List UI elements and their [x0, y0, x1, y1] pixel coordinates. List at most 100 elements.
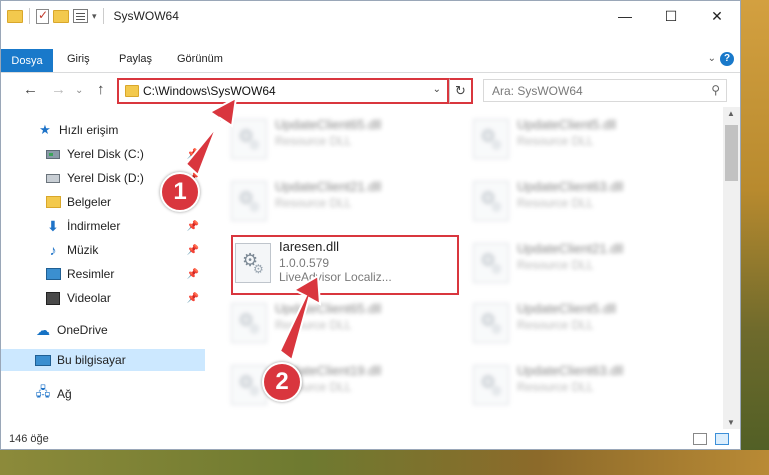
chevron-down-icon[interactable]: ⌄ [433, 84, 441, 95]
help-icon[interactable]: ? [720, 52, 734, 66]
explorer-window: ▾ SysWOW64 — ☐ ✕ Dosya Giriş Paylaş Görü… [0, 0, 741, 450]
tiles-view-icon[interactable] [715, 433, 729, 445]
disk-icon [45, 170, 61, 186]
window-title: SysWOW64 [113, 9, 179, 23]
pin-icon: 📌 [186, 148, 199, 160]
dll-file-icon [473, 181, 509, 221]
sidebar-item-quick-access[interactable]: ★ Hızlı erişim [1, 119, 205, 141]
details-view-icon[interactable] [693, 433, 707, 445]
item-count: 146 öğe [9, 433, 49, 445]
annotation-marker-1: 1 [160, 172, 200, 212]
dll-file-icon [473, 243, 509, 283]
file-item[interactable]: UpdateClient65.dll Resource DLL [231, 295, 457, 351]
file-description: Resource DLL [275, 196, 352, 210]
sidebar-item-label: Belgeler [67, 195, 112, 209]
new-folder-icon[interactable] [53, 9, 69, 23]
file-item[interactable]: UpdateClient21.dll Resource DLL [473, 235, 699, 291]
navigation-pane: ★ Hızlı erişim Yerel Disk (C:) 📌 Yerel D… [1, 113, 207, 413]
toolbar-separator [29, 8, 30, 24]
address-path[interactable]: C:\Windows\SysWOW64 [143, 84, 276, 98]
file-description: Resource DLL [275, 318, 352, 332]
navigation-bar: ← → ⌄ ↑ C:\Windows\SysWOW64 ⌄ ↻ ⚲ [1, 78, 740, 104]
refresh-button[interactable]: ↻ [449, 78, 473, 104]
pin-icon: 📌 [186, 292, 199, 304]
search-icon[interactable]: ⚲ [711, 83, 720, 97]
file-item[interactable]: UpdateClient5.dll Resource DLL [473, 111, 699, 167]
file-description: Resource DLL [275, 134, 352, 148]
scroll-down-icon[interactable]: ▼ [727, 418, 735, 427]
file-item[interactable]: UpdateClient5.dll Resource DLL [473, 295, 699, 351]
dll-file-icon [231, 181, 267, 221]
folder-icon [125, 85, 139, 97]
file-item[interactable]: UpdateClient21.dll Resource DLL [231, 173, 457, 229]
dll-file-icon [473, 303, 509, 343]
search-box[interactable]: ⚲ [483, 79, 727, 102]
annotation-marker-2: 2 [262, 362, 302, 402]
cloud-icon: ☁ [36, 321, 50, 338]
scrollbar-thumb[interactable] [725, 125, 738, 181]
sidebar-item-label: Hızlı erişim [59, 123, 119, 137]
desktop-background [741, 0, 769, 475]
file-item[interactable]: UpdateClient63.dll Resource DLL [473, 357, 699, 413]
up-button[interactable]: ↑ [97, 81, 105, 98]
sidebar-item-videos[interactable]: Videolar 📌 [1, 287, 205, 309]
file-name: UpdateClient21.dll [517, 241, 624, 256]
vertical-scrollbar[interactable]: ▲ ▼ [723, 107, 740, 429]
sidebar-item-pictures[interactable]: Resimler 📌 [1, 263, 205, 285]
disk-icon [45, 146, 61, 162]
quick-access-toolbar: ▾ [1, 8, 106, 24]
customize-dropdown-icon[interactable]: ▾ [92, 11, 97, 22]
title-bar: ▾ SysWOW64 — ☐ ✕ [1, 1, 740, 31]
download-icon: ⬇ [47, 217, 59, 234]
ribbon-expand-icon[interactable]: ⌄ [708, 53, 716, 64]
file-item[interactable]: UpdateClient63.dll Resource DLL [473, 173, 699, 229]
dll-file-icon [231, 119, 267, 159]
recent-locations-icon[interactable]: ⌄ [75, 85, 83, 96]
file-name: UpdateClient63.dll [517, 179, 624, 194]
properties-check-icon[interactable] [36, 8, 49, 24]
sidebar-item-network[interactable]: 🖧 Ağ [1, 383, 205, 405]
window-controls: — ☐ ✕ [602, 1, 740, 31]
file-description: Resource DLL [517, 196, 594, 210]
forward-button[interactable]: → [51, 81, 66, 98]
scroll-up-icon[interactable]: ▲ [727, 109, 735, 118]
file-name: UpdateClient65.dll [275, 117, 382, 132]
file-description: Resource DLL [517, 318, 594, 332]
file-description: Resource DLL [517, 380, 594, 394]
ribbon-tabs: Dosya Giriş Paylaş Görünüm ⌄ ? [1, 46, 740, 73]
sidebar-item-onedrive[interactable]: ☁ OneDrive [1, 319, 205, 341]
sidebar-item-label: Yerel Disk (D:) [67, 171, 144, 185]
status-bar: 146 öğe [1, 429, 740, 449]
back-button[interactable]: ← [23, 81, 38, 98]
tab-view[interactable]: Görünüm [177, 53, 223, 65]
sidebar-item-music[interactable]: ♪ Müzik 📌 [1, 239, 205, 261]
sidebar-item-label: Ağ [57, 387, 72, 401]
sidebar-item-disk-c[interactable]: Yerel Disk (C:) 📌 [1, 143, 205, 165]
sidebar-item-downloads[interactable]: ⬇ İndirmeler 📌 [1, 215, 205, 237]
music-icon: ♪ [49, 242, 57, 258]
sidebar-item-label: Resimler [67, 267, 115, 281]
sidebar-item-label: OneDrive [57, 323, 108, 337]
file-name: UpdateClient63.dll [517, 363, 624, 378]
address-bar[interactable]: C:\Windows\SysWOW64 ⌄ [117, 78, 449, 104]
dll-file-icon [231, 303, 267, 343]
file-item[interactable]: UpdateClient65.dll Resource DLL [231, 111, 457, 167]
folder-icon [45, 194, 61, 210]
file-name: UpdateClient5.dll [517, 301, 617, 316]
network-icon: 🖧 [35, 384, 51, 399]
computer-icon [35, 352, 51, 368]
sidebar-item-this-pc[interactable]: Bu bilgisayar [1, 349, 205, 371]
maximize-button[interactable]: ☐ [648, 1, 694, 31]
search-input[interactable] [492, 83, 692, 98]
tab-share[interactable]: Paylaş [119, 53, 152, 65]
file-description: Resource DLL [517, 134, 594, 148]
pin-icon: 📌 [186, 244, 199, 256]
dll-file-icon [473, 365, 509, 405]
desktop-background [0, 450, 769, 475]
close-button[interactable]: ✕ [694, 1, 740, 31]
tab-home[interactable]: Giriş [67, 53, 90, 65]
sidebar-item-label: Videolar [67, 291, 111, 305]
tab-file[interactable]: Dosya [1, 49, 53, 72]
minimize-button[interactable]: — [602, 1, 648, 31]
rename-icon[interactable] [73, 9, 88, 23]
